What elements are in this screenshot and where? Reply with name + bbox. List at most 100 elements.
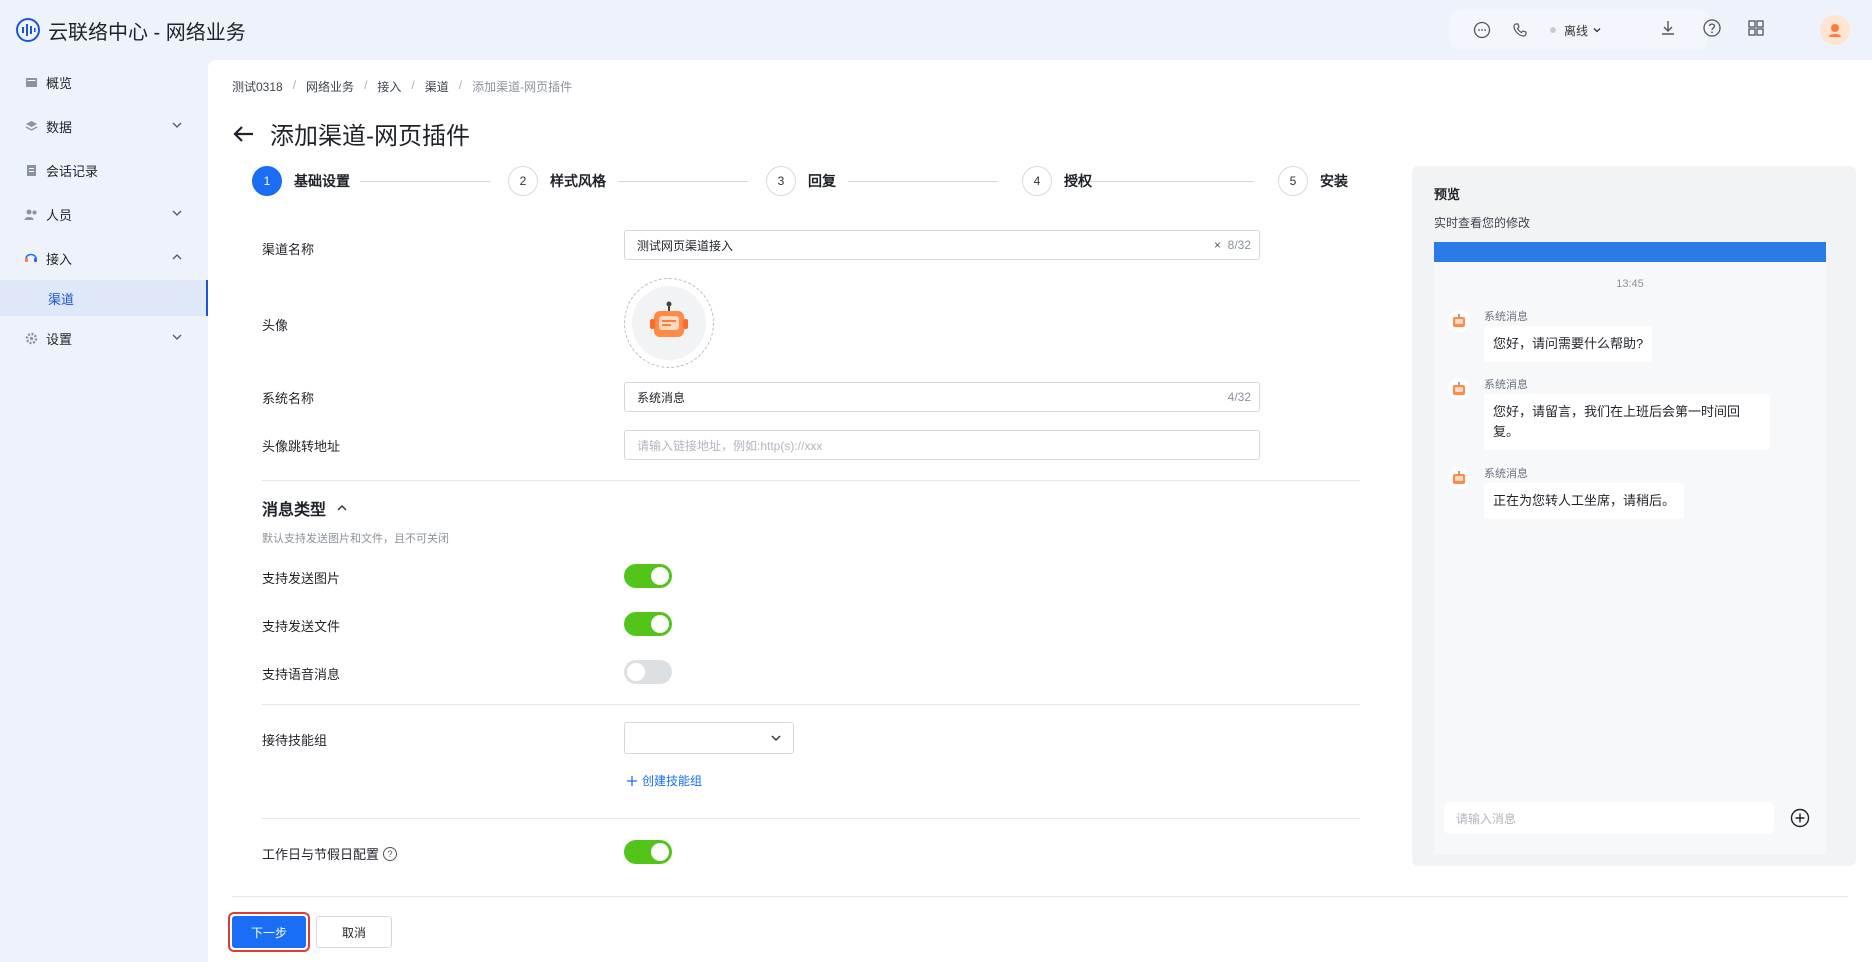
chat-message: 系统消息 您好，请问需要什么帮助? <box>1448 308 1808 368</box>
chat-input-placeholder: 请输入消息 <box>1456 811 1517 826</box>
step-number: 3 <box>766 166 796 196</box>
breadcrumb: 测试0318 / 网络业务 / 接入 / 渠道 / 添加渠道-网页插件 <box>232 78 572 95</box>
overview-icon <box>24 75 38 89</box>
system-name-value: 系统消息 <box>637 390 686 405</box>
channel-name-label: 渠道名称 <box>262 242 315 257</box>
breadcrumb-item[interactable]: 测试0318 <box>232 78 283 95</box>
phone-icon[interactable] <box>1508 18 1532 42</box>
user-avatar[interactable] <box>1820 15 1850 45</box>
apps-grid-icon[interactable] <box>1746 18 1766 38</box>
workday-toggle[interactable] <box>624 840 672 864</box>
workday-label: 工作日与节假日配置 <box>262 847 380 862</box>
voice-message-toggle[interactable] <box>624 660 672 684</box>
system-name-label: 系统名称 <box>262 391 315 406</box>
step-number: 2 <box>508 166 538 196</box>
sidebar-item-settings[interactable]: 设置 <box>0 316 208 360</box>
avatar-url-label: 头像跳转地址 <box>262 439 341 454</box>
sidebar-item-records[interactable]: 会话记录 <box>0 148 208 192</box>
sidebar-item-overview[interactable]: 概览 <box>0 60 208 104</box>
chat-message: 系统消息 您好，请留言，我们在上班后会第一时间回复。 <box>1448 376 1808 456</box>
skill-group-select[interactable] <box>624 722 794 754</box>
help-icon[interactable] <box>1702 18 1722 38</box>
clear-icon[interactable]: × <box>1214 238 1221 252</box>
chat-message-input[interactable]: 请输入消息 <box>1444 802 1774 834</box>
step-label: 授权 <box>1064 173 1092 189</box>
message-sender: 系统消息 <box>1484 379 1528 391</box>
message-bubble: 正在为您转人工坐席，请稍后。 <box>1484 483 1685 519</box>
data-icon <box>24 119 38 133</box>
chevron-up-icon <box>337 505 347 511</box>
char-counter: 8/32 <box>1227 238 1251 252</box>
cancel-button[interactable]: 取消 <box>316 916 392 948</box>
sidebar-item-access[interactable]: 接入 <box>0 236 208 280</box>
chat-message: 系统消息 正在为您转人工坐席，请稍后。 <box>1448 465 1808 525</box>
chevron-down-icon <box>771 735 781 741</box>
top-right-icons <box>1658 18 1766 38</box>
sidebar-item-label: 人员 <box>46 207 73 223</box>
send-file-toggle[interactable] <box>624 612 672 636</box>
sidebar-item-label: 数据 <box>46 119 73 135</box>
step-4: 4 授权 <box>1022 166 1092 196</box>
system-name-input[interactable]: 系统消息 4/32 <box>624 382 1260 412</box>
step-number: 4 <box>1022 166 1052 196</box>
avatar-url-placeholder: 请输入链接地址，例如:http(s)://xxx <box>637 438 823 453</box>
message-type-header[interactable]: 消息类型 <box>262 496 348 520</box>
workday-label-wrap: 工作日与节假日配置 ? <box>262 844 398 863</box>
breadcrumb-item[interactable]: 网络业务 <box>306 78 354 95</box>
robot-avatar-icon <box>632 286 706 360</box>
preview-panel: 预览 实时查看您的修改 13:45 系统消息 您好，请问需要什么帮助? 系统消息… <box>1412 166 1856 866</box>
avatar-url-input[interactable]: 请输入链接地址，例如:http(s)://xxx <box>624 430 1260 460</box>
chevron-down-icon <box>172 122 182 128</box>
next-step-button[interactable]: 下一步 <box>228 912 310 952</box>
plus-icon <box>627 775 637 786</box>
sidebar-subitem-channel[interactable]: 渠道 <box>0 280 208 316</box>
create-skill-group-label: 创建技能组 <box>642 774 703 788</box>
step-label: 安装 <box>1320 173 1348 189</box>
divider <box>262 704 1360 705</box>
toggle-label: 支持语音消息 <box>262 667 341 682</box>
channel-name-input[interactable]: 测试网页渠道接入 × 8/32 <box>624 230 1260 260</box>
char-counter: 4/32 <box>1227 390 1251 404</box>
message-sender: 系统消息 <box>1484 468 1528 480</box>
sidebar-item-data[interactable]: 数据 <box>0 104 208 148</box>
plus-circle-icon[interactable] <box>1790 808 1810 828</box>
step-number: 5 <box>1278 166 1308 196</box>
send-image-toggle[interactable] <box>624 564 672 588</box>
chat-bubble-icon[interactable] <box>1470 18 1494 42</box>
step-number: 1 <box>252 166 282 196</box>
status-dot <box>1550 27 1556 33</box>
chevron-down-icon <box>172 210 182 216</box>
brand: 云联络中心 - 网络业务 <box>14 16 246 45</box>
sidebar-subitem-label: 渠道 <box>48 291 75 307</box>
sidebar-item-people[interactable]: 人员 <box>0 192 208 236</box>
sidebar-item-label: 概览 <box>46 75 73 91</box>
message-type-title: 消息类型 <box>262 502 327 519</box>
breadcrumb-separator: / <box>364 78 368 92</box>
avatar-upload[interactable] <box>624 278 714 368</box>
chevron-down-icon <box>1593 28 1601 33</box>
agent-status-dropdown[interactable]: 离线 <box>1550 22 1602 39</box>
sidebar-item-label: 接入 <box>46 251 73 267</box>
step-3: 3 回复 <box>766 166 836 196</box>
settings-icon <box>24 331 38 345</box>
robot-avatar-icon <box>1448 310 1470 332</box>
step-2: 2 样式风格 <box>508 166 606 196</box>
breadcrumb-separator: / <box>458 78 463 92</box>
toggle-label: 支持发送文件 <box>262 619 341 634</box>
download-icon[interactable] <box>1658 18 1678 38</box>
preview-desc: 实时查看您的修改 <box>1434 216 1531 230</box>
breadcrumb-current: 添加渠道-网页插件 <box>472 80 573 94</box>
records-icon <box>24 163 38 177</box>
back-arrow-icon[interactable] <box>232 122 256 146</box>
breadcrumb-item[interactable]: 渠道 <box>425 78 449 95</box>
help-icon[interactable]: ? <box>383 846 398 861</box>
next-step-label: 下一步 <box>232 916 306 948</box>
step-5: 5 安装 <box>1278 166 1348 196</box>
create-skill-group-link[interactable]: 创建技能组 <box>626 772 702 789</box>
step-connector <box>848 181 998 182</box>
people-icon <box>24 207 38 221</box>
step-1: 1 基础设置 <box>252 166 350 196</box>
step-connector <box>360 181 490 182</box>
breadcrumb-item[interactable]: 接入 <box>377 78 401 95</box>
chat-preview: 13:45 系统消息 您好，请问需要什么帮助? 系统消息 您好，请留言，我们在上… <box>1434 242 1826 854</box>
